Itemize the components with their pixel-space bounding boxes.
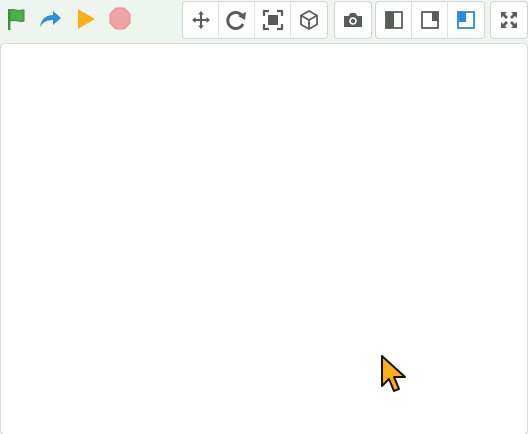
stop-icon bbox=[109, 7, 131, 30]
rotate-icon bbox=[225, 11, 246, 30]
play-button[interactable] bbox=[73, 6, 99, 32]
layout-split-button[interactable] bbox=[376, 2, 412, 38]
turbo-forward-icon bbox=[40, 11, 61, 27]
stage-canvas[interactable] bbox=[0, 43, 528, 434]
green-flag-icon bbox=[8, 8, 25, 30]
stage-toolbar bbox=[0, 0, 528, 42]
layout-small-stage-button[interactable] bbox=[412, 2, 448, 38]
move-button[interactable] bbox=[183, 2, 219, 38]
green-flag-button[interactable] bbox=[3, 6, 29, 32]
turbo-button[interactable] bbox=[37, 6, 63, 32]
layout-group bbox=[375, 1, 485, 39]
rotate-button[interactable] bbox=[219, 2, 255, 38]
layout-small-stage-icon bbox=[420, 11, 439, 29]
3d-view-button[interactable] bbox=[291, 2, 327, 38]
play-icon bbox=[78, 9, 95, 29]
fit-frame-button[interactable] bbox=[255, 2, 291, 38]
stop-button[interactable] bbox=[107, 6, 133, 32]
layout-large-stage-button[interactable] bbox=[448, 2, 484, 38]
move-icon bbox=[191, 11, 210, 29]
screenshot-button[interactable] bbox=[335, 2, 371, 38]
fullscreen-group bbox=[490, 1, 528, 39]
mouse-cursor-icon bbox=[380, 354, 410, 394]
fullscreen-icon bbox=[501, 12, 517, 28]
fit-frame-icon bbox=[262, 9, 283, 31]
layout-large-stage-icon bbox=[457, 11, 475, 29]
camera-group bbox=[334, 1, 372, 39]
view-tools-group bbox=[182, 1, 328, 39]
app-window bbox=[0, 0, 528, 434]
fullscreen-button[interactable] bbox=[491, 2, 527, 38]
camera-icon bbox=[344, 13, 362, 27]
layout-split-icon bbox=[384, 11, 403, 29]
3d-cube-icon bbox=[300, 10, 318, 30]
